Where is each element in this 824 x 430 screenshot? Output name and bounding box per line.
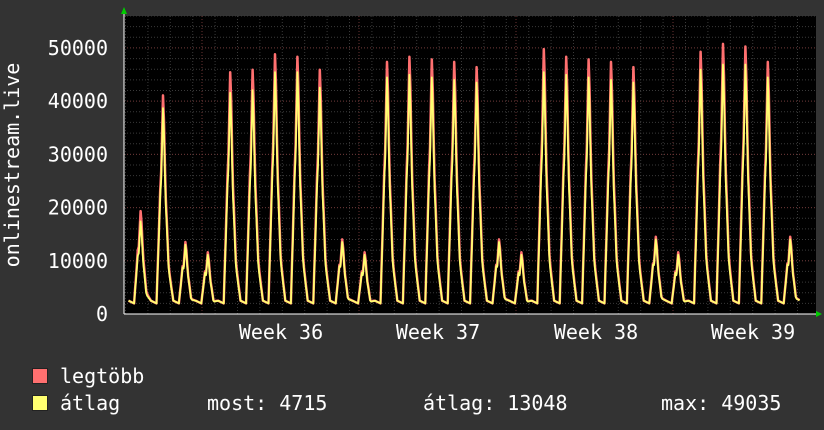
y-axis-arrow-icon [121, 7, 127, 14]
y-tick-label: 0 [96, 302, 108, 326]
stat-most: most: 4715 [207, 391, 328, 415]
legend-label-legtobb: legtöbb [60, 364, 145, 388]
legend-item-legtobb: legtöbb [32, 364, 144, 388]
x-tick-label: Week 38 [554, 320, 638, 344]
y-tick-label: 10000 [48, 249, 108, 273]
legend-swatch-atlag [32, 395, 48, 411]
legend-item-atlag: átlag [32, 391, 120, 415]
x-axis-arrow-icon [816, 311, 822, 317]
y-tick-label: 30000 [48, 142, 108, 166]
y-tick-label: 40000 [48, 89, 108, 113]
x-tick-label: Week 39 [711, 320, 795, 344]
y-ticks: 0 10000 20000 30000 40000 50000 [48, 36, 108, 326]
legend-label-atlag: átlag [60, 391, 121, 415]
x-ticks: Week 36 Week 37 Week 38 Week 39 [239, 320, 795, 344]
x-tick-label: Week 37 [396, 320, 480, 344]
y-tick-label: 20000 [48, 196, 108, 220]
x-tick-label: Week 36 [239, 320, 323, 344]
stat-max: max: 49035 [661, 391, 782, 415]
y-axis-label: onlinestream.live [0, 63, 24, 268]
y-tick-label: 50000 [48, 36, 108, 60]
legend-swatch-legtobb [32, 368, 48, 384]
stat-atlag: átlag: 13048 [423, 391, 568, 415]
